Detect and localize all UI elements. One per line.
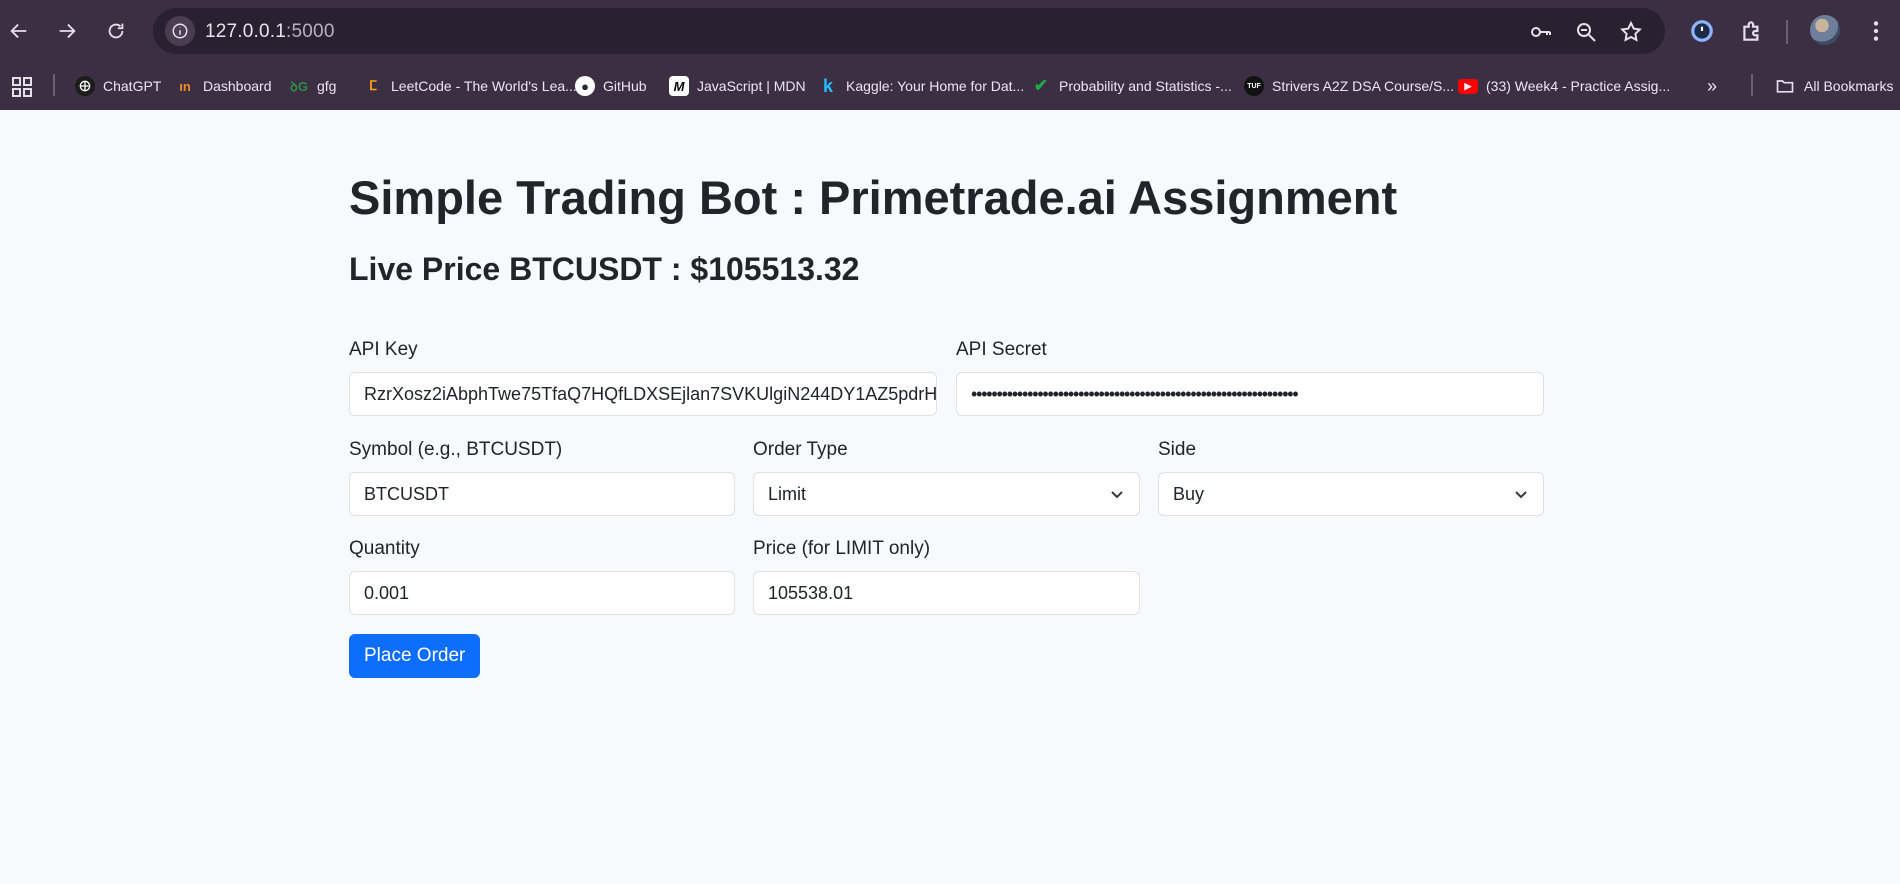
check-icon: ✔ <box>1033 76 1049 95</box>
bookmark-dashboard[interactable]: ın Dashboard <box>175 72 272 100</box>
api-key-group: API Key RzrXosz2iAbphTwe75TfaQ7HQfLDXSEj… <box>349 338 937 416</box>
zoom-icon[interactable] <box>1572 18 1600 46</box>
more-bookmarks-button[interactable]: » <box>1707 72 1717 100</box>
tuf-icon: TUF <box>1244 76 1264 96</box>
symbol-input[interactable]: BTCUSDT <box>349 472 735 516</box>
bookmark-star-icon[interactable] <box>1617 18 1645 46</box>
bookmark-github[interactable]: ● GitHub <box>575 72 647 100</box>
place-order-button[interactable]: Place Order <box>349 634 481 678</box>
page-title: Simple Trading Bot : Primetrade.ai Assig… <box>349 171 1398 224</box>
url-host: 127.0.0.1 <box>205 21 287 42</box>
bookmark-kaggle[interactable]: k Kaggle: Your Home for Dat... <box>818 72 1024 100</box>
back-button[interactable] <box>0 12 38 50</box>
symbol-label: Symbol (e.g., BTCUSDT) <box>349 439 563 460</box>
bookmark-label: gfg <box>317 78 337 94</box>
profile-avatar[interactable] <box>1810 15 1840 45</box>
chatgpt-icon <box>75 76 95 96</box>
quantity-input[interactable]: 0.001 <box>349 571 735 615</box>
github-icon: ● <box>575 76 595 96</box>
all-bookmarks-label: All Bookmarks <box>1804 78 1894 94</box>
forward-button[interactable] <box>48 12 86 50</box>
bookmark-youtube[interactable]: ▶ (33) Week4 - Practice Assig... <box>1458 72 1670 100</box>
price-input[interactable]: 105538.01 <box>753 571 1140 615</box>
reload-icon <box>108 23 124 39</box>
extension-timer-icon[interactable] <box>1685 14 1719 48</box>
dashboard-icon: ın <box>179 78 191 94</box>
browser-toolbar: 127.0.0.1:5000 <box>0 0 1900 62</box>
arrow-right-icon <box>59 23 76 39</box>
chevron-down-icon <box>1515 491 1527 499</box>
address-bar[interactable]: 127.0.0.1:5000 <box>153 8 1665 54</box>
api-key-label: API Key <box>349 339 418 360</box>
bookmark-gfg[interactable]: ꝺG gfg <box>289 72 336 100</box>
bookmarks-bar: ChatGPT ın Dashboard ꝺG gfg ⵎ LeetCode -… <box>0 62 1900 110</box>
api-secret-input[interactable]: ••••••••••••••••••••••••••••••••••••••••… <box>956 372 1544 416</box>
leetcode-icon: ⵎ <box>368 78 378 93</box>
all-bookmarks-button[interactable]: All Bookmarks <box>1774 72 1893 100</box>
extensions-puzzle-icon[interactable] <box>1735 14 1769 48</box>
kaggle-icon: k <box>822 75 833 96</box>
bookmark-label: Probability and Statistics -... <box>1059 78 1232 94</box>
symbol-group: Symbol (e.g., BTCUSDT) BTCUSDT <box>349 438 735 516</box>
bookmark-label: Strivers A2Z DSA Course/S... <box>1272 78 1455 94</box>
quantity-group: Quantity 0.001 <box>349 537 735 615</box>
double-chevron-right-icon: » <box>1707 75 1718 96</box>
chevron-down-icon <box>1111 491 1123 499</box>
apps-grid-icon[interactable] <box>10 75 34 99</box>
toolbar-divider <box>1786 20 1788 44</box>
api-key-input[interactable]: RzrXosz2iAbphTwe75TfaQ7HQfLDXSEjlan7SVKU… <box>349 372 937 416</box>
folder-icon <box>1776 80 1794 93</box>
price-label: Price (for LIMIT only) <box>753 538 931 559</box>
bookmark-label: JavaScript | MDN <box>697 78 806 94</box>
bookmark-mdn[interactable]: M JavaScript | MDN <box>669 72 806 100</box>
url-port: :5000 <box>286 21 335 42</box>
order-type-select[interactable]: Limit <box>753 472 1140 516</box>
order-type-value: Limit <box>768 483 807 504</box>
youtube-icon: ▶ <box>1458 78 1478 94</box>
bookmark-chatgpt[interactable]: ChatGPT <box>75 72 161 100</box>
side-select[interactable]: Buy <box>1158 472 1544 516</box>
password-key-icon[interactable] <box>1527 18 1555 46</box>
reload-button[interactable] <box>97 12 135 50</box>
gfg-icon: ꝺG <box>290 79 308 94</box>
bookmark-label: ChatGPT <box>103 78 162 94</box>
bookmarks-divider <box>53 74 55 96</box>
bookmark-probability[interactable]: ✔ Probability and Statistics -... <box>1031 72 1232 100</box>
url-text[interactable]: 127.0.0.1:5000 <box>205 21 335 43</box>
side-value: Buy <box>1173 483 1205 504</box>
bookmark-label: GitHub <box>603 78 647 94</box>
kebab-menu-icon[interactable] <box>1859 14 1893 48</box>
bookmark-label: (33) Week4 - Practice Assig... <box>1486 78 1671 94</box>
arrow-left-icon <box>10 23 27 39</box>
bookmark-label: Kaggle: Your Home for Dat... <box>846 78 1025 94</box>
api-secret-label: API Secret <box>956 339 1047 360</box>
quantity-label: Quantity <box>349 538 420 559</box>
site-info-icon[interactable] <box>165 16 195 46</box>
bookmark-label: Dashboard <box>203 78 272 94</box>
side-label: Side <box>1158 439 1197 460</box>
bookmark-label: LeetCode - The World's Lea... <box>391 78 577 94</box>
mdn-icon: M <box>669 76 689 96</box>
live-price-heading: Live Price BTCUSDT : $105513.32 <box>349 251 860 287</box>
price-group: Price (for LIMIT only) 105538.01 <box>753 537 1140 615</box>
bookmark-strivers[interactable]: TUF Strivers A2Z DSA Course/S... <box>1244 72 1454 100</box>
bookmarks-divider <box>1751 74 1753 96</box>
order-type-label: Order Type <box>753 439 848 460</box>
bookmark-leetcode[interactable]: ⵎ LeetCode - The World's Lea... <box>363 72 577 100</box>
side-group: Side Buy <box>1158 438 1544 516</box>
order-type-group: Order Type Limit <box>753 438 1140 516</box>
api-secret-group: API Secret •••••••••••••••••••••••••••••… <box>956 338 1544 416</box>
